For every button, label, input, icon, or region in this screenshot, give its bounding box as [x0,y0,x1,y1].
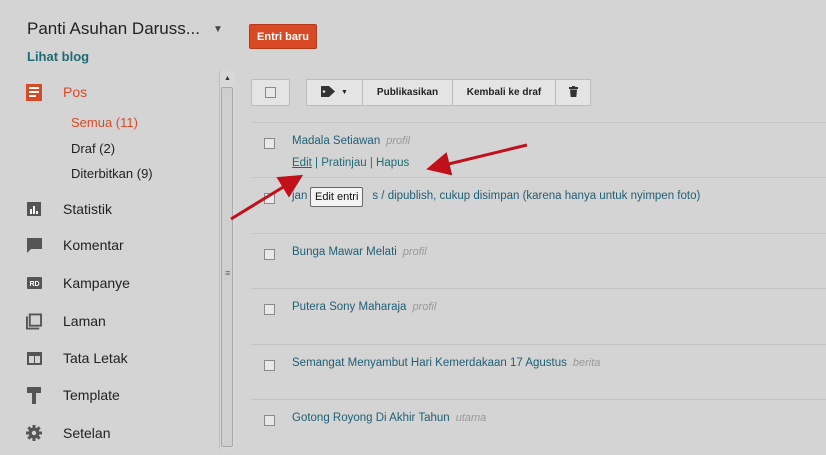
sidebar-item-label: Pos [63,84,88,100]
post-row[interactable]: Gotong Royong Di Akhir Tahun utama [251,399,826,455]
post-title[interactable]: Gotong Royong Di Akhir Tahun utama [292,412,486,424]
view-blog-link[interactable]: Lihat blog [27,49,89,64]
sidebar-item-layout[interactable]: Tata Letak [26,346,128,370]
post-checkbox[interactable] [264,304,275,315]
post-title-text[interactable]: Putera Sony Maharaja [292,301,406,313]
sidebar-subitem-drafts[interactable]: Draf (2) [71,141,115,156]
sidebar-item-label: Kampanye [63,275,130,291]
template-icon [26,386,42,404]
sidebar-item-label: Laman [63,313,106,329]
label-tag-icon [321,85,336,100]
post-title[interactable]: Madala Setiawan profil [292,135,410,147]
separator: | [315,157,319,169]
post-title-prefix[interactable]: jan [292,190,307,202]
campaigns-badge: RD [29,281,39,288]
post-label: profil [386,135,411,147]
separator: | [369,157,373,169]
post-row[interactable]: Madala Setiawan profil Edit | Pratinjau |… [251,122,826,178]
edit-tooltip: Edit entri [310,187,364,207]
trash-icon [568,85,578,100]
blog-dropdown-icon[interactable]: ▼ [213,24,223,35]
post-checkbox[interactable] [264,360,275,371]
select-all-checkbox[interactable] [251,79,290,106]
post-actions: Edit | Pratinjau | Hapus [292,157,409,169]
post-checkbox[interactable] [264,138,275,149]
sidebar-item-label: Statistik [63,201,113,217]
sidebar-item-pages[interactable]: Laman [26,309,106,333]
post-title-text[interactable]: Bunga Mawar Melati [292,246,397,258]
sidebar-item-label: Tata Letak [63,350,128,366]
sidebar-item-posts[interactable]: Pos [26,80,87,104]
preview-link[interactable]: Pratinjau [321,157,366,169]
post-row[interactable]: Bunga Mawar Melati profil [251,233,826,289]
sidebar-item-label: Template [63,387,120,403]
sidebar-item-label: Komentar [63,237,124,253]
stats-icon [26,201,42,217]
post-label: profil [402,246,427,258]
sidebar-item-comments[interactable]: Komentar [26,233,124,257]
edit-link[interactable]: Edit [292,157,312,169]
chevron-down-icon: ▼ [341,89,348,96]
scroll-grip-icon: ≡ [225,268,231,278]
sidebar-scrollbar[interactable]: ▲ ≡ [219,71,235,449]
publish-button[interactable]: Publikasikan [362,79,453,106]
posts-icon [26,83,42,101]
sidebar-item-stats[interactable]: Statistik [26,197,112,221]
delete-link[interactable]: Hapus [376,157,409,169]
delete-button[interactable] [555,79,591,106]
post-label: utama [455,412,487,424]
post-checkbox[interactable] [264,193,275,204]
scrollbar-thumb[interactable]: ≡ [221,87,233,447]
layout-icon [26,350,42,366]
gear-icon [26,425,42,441]
post-label: berita [572,357,601,369]
post-title-text[interactable]: Semangat Menyambut Hari Kemerdakaan 17 A… [292,357,567,369]
sidebar-item-template[interactable]: Template [26,383,120,407]
label-dropdown-button[interactable]: ▼ [306,79,363,106]
blog-title[interactable]: Panti Asuhan Daruss... [27,19,200,39]
post-title[interactable]: Bunga Mawar Melati profil [292,246,427,258]
blogger-dashboard: Panti Asuhan Daruss... ▼ Lihat blog Entr… [0,0,826,449]
post-checkbox[interactable] [264,415,275,426]
new-post-button[interactable]: Entri baru [249,24,317,49]
campaigns-icon: RD [26,275,42,291]
post-title-text[interactable]: Madala Setiawan [292,135,380,147]
pages-icon [26,313,42,329]
comments-icon [26,237,42,253]
post-row[interactable]: Putera Sony Maharaja profil [251,288,826,344]
post-title-suffix[interactable]: s / dipublish, cukup disimpan (karena ha… [372,190,700,202]
post-title[interactable]: Putera Sony Maharaja profil [292,301,436,313]
sidebar-item-settings[interactable]: Setelan [26,421,110,445]
sidebar-subitem-published[interactable]: Diterbitkan (9) [71,166,153,181]
sidebar-item-label: Setelan [63,425,111,441]
post-title[interactable]: Semangat Menyambut Hari Kemerdakaan 17 A… [292,357,600,369]
revert-to-draft-button[interactable]: Kembali ke draf [452,79,556,106]
post-checkbox[interactable] [264,249,275,260]
scroll-up-icon[interactable]: ▲ [220,71,235,85]
toolbar-button-group: ▼ Publikasikan Kembali ke draf [306,79,826,106]
post-label: profil [412,301,437,313]
sidebar-subitem-all[interactable]: Semua (11) [71,115,138,130]
checkbox[interactable] [265,87,276,98]
post-title-text[interactable]: Gotong Royong Di Akhir Tahun [292,412,450,424]
sidebar-item-campaigns[interactable]: RD Kampanye [26,271,130,295]
post-row[interactable]: Semangat Menyambut Hari Kemerdakaan 17 A… [251,344,826,400]
